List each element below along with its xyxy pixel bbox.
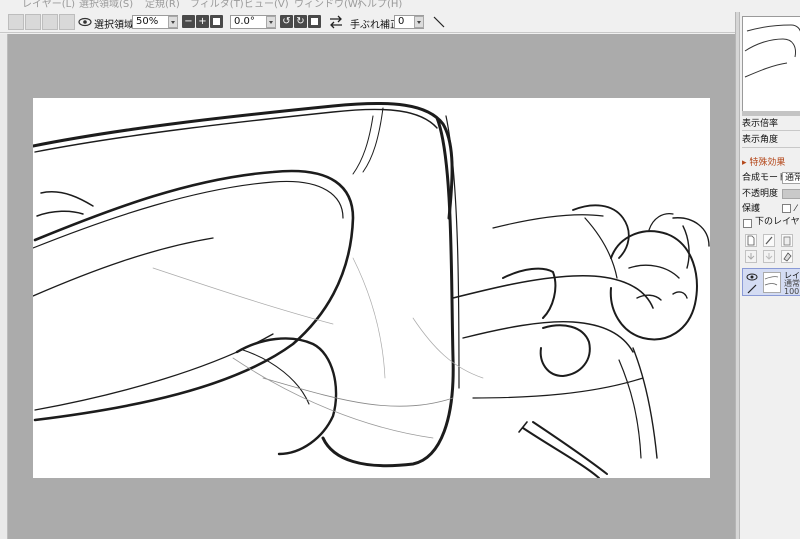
zoom-dropdown-icon[interactable] xyxy=(168,16,178,28)
new-pen-layer-icon[interactable] xyxy=(763,234,775,247)
menu-window[interactable]: ウィンドウ(W) xyxy=(294,0,362,10)
rotate-left-button[interactable]: ↺ xyxy=(280,15,293,28)
rotation-reset-button[interactable] xyxy=(308,15,321,28)
menu-view[interactable]: ビュー(V) xyxy=(244,0,289,10)
line-tool-icon[interactable] xyxy=(432,15,446,29)
clip-label: 下のレイヤーで xyxy=(755,217,800,227)
rotate-right-button[interactable]: ↻ xyxy=(294,15,307,28)
left-edge-panel xyxy=(0,34,8,539)
toolbar-button-2[interactable] xyxy=(25,14,41,30)
selection-label: 選択領域 xyxy=(94,20,134,31)
clear-layer-icon[interactable] xyxy=(781,250,793,263)
toolbar-button-1[interactable] xyxy=(8,14,24,30)
protect-checkbox[interactable] xyxy=(782,204,791,213)
divider xyxy=(742,147,800,148)
blend-mode-select[interactable]: 通常 xyxy=(782,172,800,184)
pen-lock-icon[interactable] xyxy=(746,284,758,294)
rotation-dropdown-icon[interactable] xyxy=(266,16,276,28)
menu-help[interactable]: ヘルプ(H) xyxy=(357,0,402,10)
lock-icon: ⁄ xyxy=(795,204,797,214)
merge-down-icon[interactable] xyxy=(763,250,775,263)
layer-thumbnail xyxy=(763,272,781,293)
zoom-out-button[interactable]: − xyxy=(182,15,195,28)
toolbar: 選択領域 50% − + 0.0° ↺ ↻ 手ぶれ補正 0 xyxy=(0,12,738,33)
effects-header-label: 特殊効果 xyxy=(749,158,786,168)
clip-checkbox[interactable] xyxy=(743,219,752,228)
right-panel: 表示倍率 表示角度 ▸ 特殊効果 合成モード 通常 不透明度 保護 ⁄ 下のレイ… xyxy=(739,12,800,539)
navigator-scrollbar[interactable] xyxy=(742,111,800,116)
new-folder-icon[interactable] xyxy=(781,234,793,247)
layer-opacity: 100 xyxy=(784,287,800,296)
flip-horizontal-icon[interactable] xyxy=(328,15,344,29)
toolbar-button-4[interactable] xyxy=(59,14,75,30)
eye-icon[interactable] xyxy=(78,15,92,29)
menu-ruler[interactable]: 定規(R) xyxy=(145,0,180,10)
navigator-preview[interactable] xyxy=(742,16,800,112)
divider xyxy=(742,130,800,131)
blend-mode-label: 合成モード xyxy=(742,173,788,183)
zoom-reset-button[interactable] xyxy=(210,15,223,28)
stabilizer-label: 手ぶれ補正 xyxy=(350,20,400,31)
new-layer-icon[interactable] xyxy=(745,234,757,247)
sketch-drawing xyxy=(33,101,710,478)
toolbar-button-3[interactable] xyxy=(42,14,58,30)
effects-section-header[interactable]: ▸ 特殊効果 xyxy=(742,155,785,168)
opacity-label: 不透明度 xyxy=(742,189,779,199)
visibility-eye-icon[interactable] xyxy=(746,272,758,282)
stabilizer-dropdown-icon[interactable] xyxy=(414,16,424,28)
canvas-area[interactable] xyxy=(8,34,735,539)
layer-item-selected[interactable]: レイ 通常 100 xyxy=(742,268,800,296)
menu-bar: レイヤー(L) 選択領域(S) 定規(R) フィルタ(T) ビュー(V) ウィン… xyxy=(0,0,738,12)
zoom-in-button[interactable]: + xyxy=(196,15,209,28)
drawing-canvas[interactable] xyxy=(33,98,710,478)
protect-label: 保護 xyxy=(742,204,761,214)
menu-filter[interactable]: フィルタ(T) xyxy=(190,0,244,10)
transfer-down-icon[interactable] xyxy=(745,250,757,263)
menu-layer[interactable]: レイヤー(L) xyxy=(22,0,75,10)
navigator-thumbnail xyxy=(744,24,800,78)
opacity-slider[interactable] xyxy=(782,189,800,199)
menu-selection[interactable]: 選択領域(S) xyxy=(79,0,133,10)
angle-label: 表示角度 xyxy=(742,135,779,145)
